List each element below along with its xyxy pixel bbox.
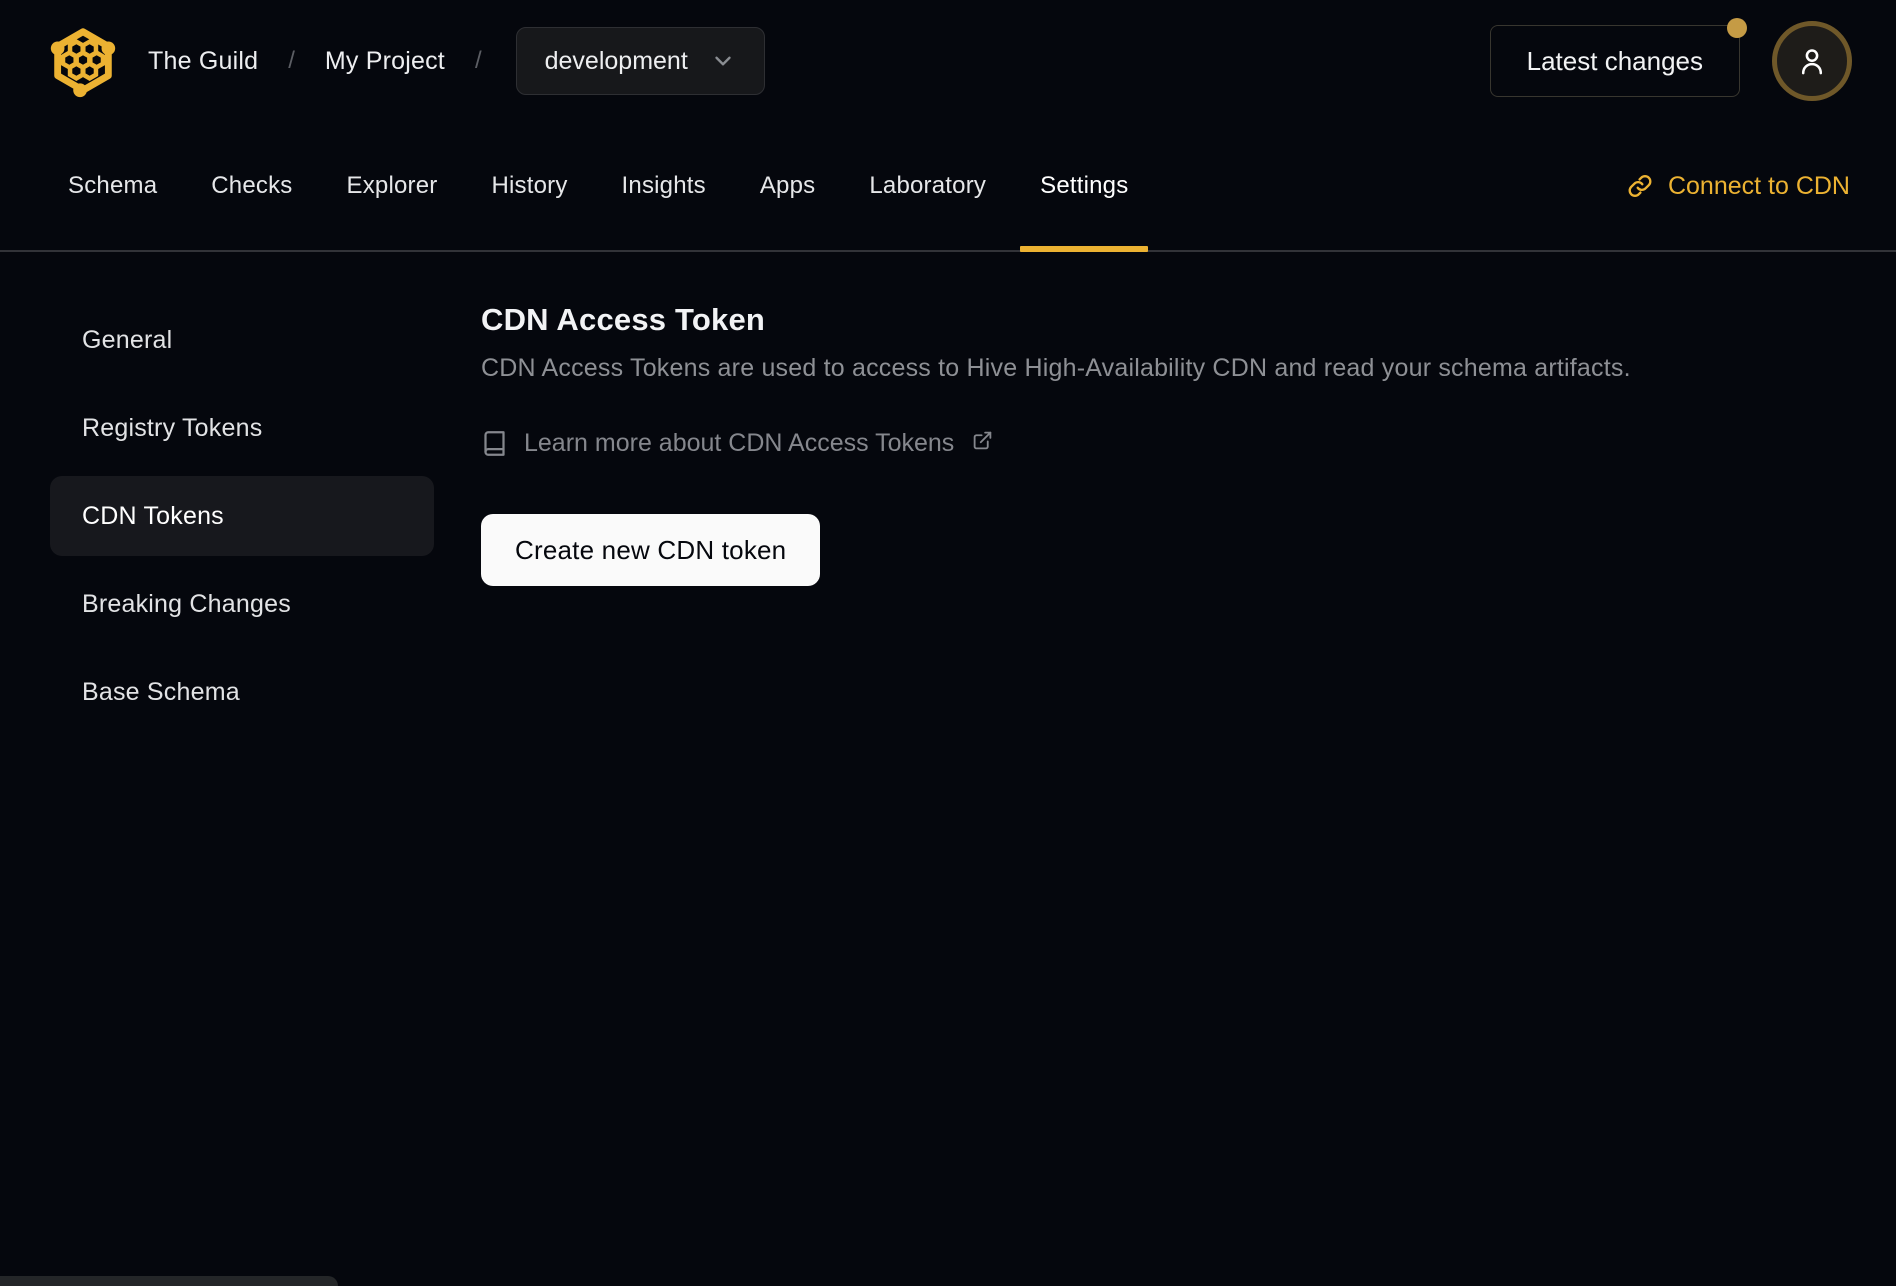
sidebar-item-label: Breaking Changes	[82, 589, 291, 618]
content: General Registry Tokens CDN Tokens Break…	[0, 252, 1896, 732]
tab-label: History	[491, 172, 568, 199]
brand-row: The Guild / My Project / development	[44, 22, 765, 100]
breadcrumb-separator: /	[474, 47, 482, 74]
notification-dot	[1727, 18, 1747, 38]
tab-insights[interactable]: Insights	[602, 122, 726, 250]
hive-logo-icon[interactable]	[44, 22, 122, 100]
sidebar-item-cdn-tokens[interactable]: CDN Tokens	[50, 476, 434, 556]
breadcrumb-project[interactable]: My Project	[325, 47, 445, 76]
tab-explorer[interactable]: Explorer	[326, 122, 457, 250]
header: The Guild / My Project / development Lat…	[0, 0, 1896, 122]
tab-checks[interactable]: Checks	[191, 122, 312, 250]
tab-label: Checks	[211, 172, 293, 199]
target-selector-value: development	[544, 46, 688, 75]
sidebar-item-general[interactable]: General	[50, 300, 434, 380]
tab-label: Apps	[759, 172, 816, 199]
breadcrumb-org[interactable]: The Guild	[148, 47, 258, 76]
book-icon	[481, 430, 508, 457]
target-selector[interactable]: development	[515, 27, 765, 95]
tab-label: Insights	[621, 172, 706, 199]
tab-settings[interactable]: Settings	[1020, 122, 1149, 252]
connect-to-cdn-link[interactable]: Connect to CDN	[1626, 172, 1850, 201]
latest-changes-label: Latest changes	[1526, 45, 1703, 76]
external-link-icon	[972, 430, 993, 451]
learn-more-label: Learn more about CDN Access Tokens	[524, 429, 955, 457]
page-title: CDN Access Token	[481, 302, 766, 337]
settings-sidebar: General Registry Tokens CDN Tokens Break…	[0, 252, 480, 732]
link-icon	[1626, 172, 1654, 200]
tab-label: Laboratory	[869, 172, 987, 199]
main-panel: CDN Access Token CDN Access Tokens are u…	[480, 252, 1896, 586]
avatar-button[interactable]	[1772, 21, 1852, 101]
page-description: CDN Access Tokens are used to access to …	[481, 354, 1631, 382]
learn-more-link[interactable]: Learn more about CDN Access Tokens	[481, 429, 993, 458]
tab-history[interactable]: History	[471, 122, 587, 250]
sidebar-item-label: Registry Tokens	[82, 413, 263, 442]
app-root: The Guild / My Project / development Lat…	[0, 0, 1896, 1286]
tab-schema[interactable]: Schema	[48, 122, 177, 250]
create-cdn-token-button[interactable]: Create new CDN token	[481, 514, 821, 586]
tab-label: Schema	[68, 172, 158, 199]
sidebar-item-label: General	[82, 325, 173, 354]
user-icon	[1795, 44, 1829, 78]
tab-laboratory[interactable]: Laboratory	[849, 122, 1006, 250]
chevron-down-icon	[710, 48, 736, 74]
connect-to-cdn-label: Connect to CDN	[1667, 171, 1850, 200]
sidebar-item-label: CDN Tokens	[82, 501, 224, 530]
sidebar-item-breaking-changes[interactable]: Breaking Changes	[50, 564, 434, 644]
bottom-left-widget[interactable]	[0, 1276, 338, 1286]
tab-apps[interactable]: Apps	[740, 122, 836, 250]
tab-bar: Schema Checks Explorer History Insights …	[0, 122, 1896, 252]
header-right: Latest changes	[1489, 18, 1852, 101]
breadcrumb-separator: /	[288, 47, 295, 74]
tabs: Schema Checks Explorer History Insights …	[48, 122, 1149, 252]
latest-changes-button[interactable]: Latest changes	[1489, 18, 1747, 97]
breadcrumb: The Guild / My Project / development	[148, 27, 765, 95]
tab-label: Settings	[1040, 172, 1129, 199]
sidebar-item-label: Base Schema	[82, 677, 240, 706]
sidebar-item-registry-tokens[interactable]: Registry Tokens	[50, 388, 434, 468]
sidebar-item-base-schema[interactable]: Base Schema	[50, 652, 434, 732]
tab-label: Explorer	[346, 172, 438, 199]
